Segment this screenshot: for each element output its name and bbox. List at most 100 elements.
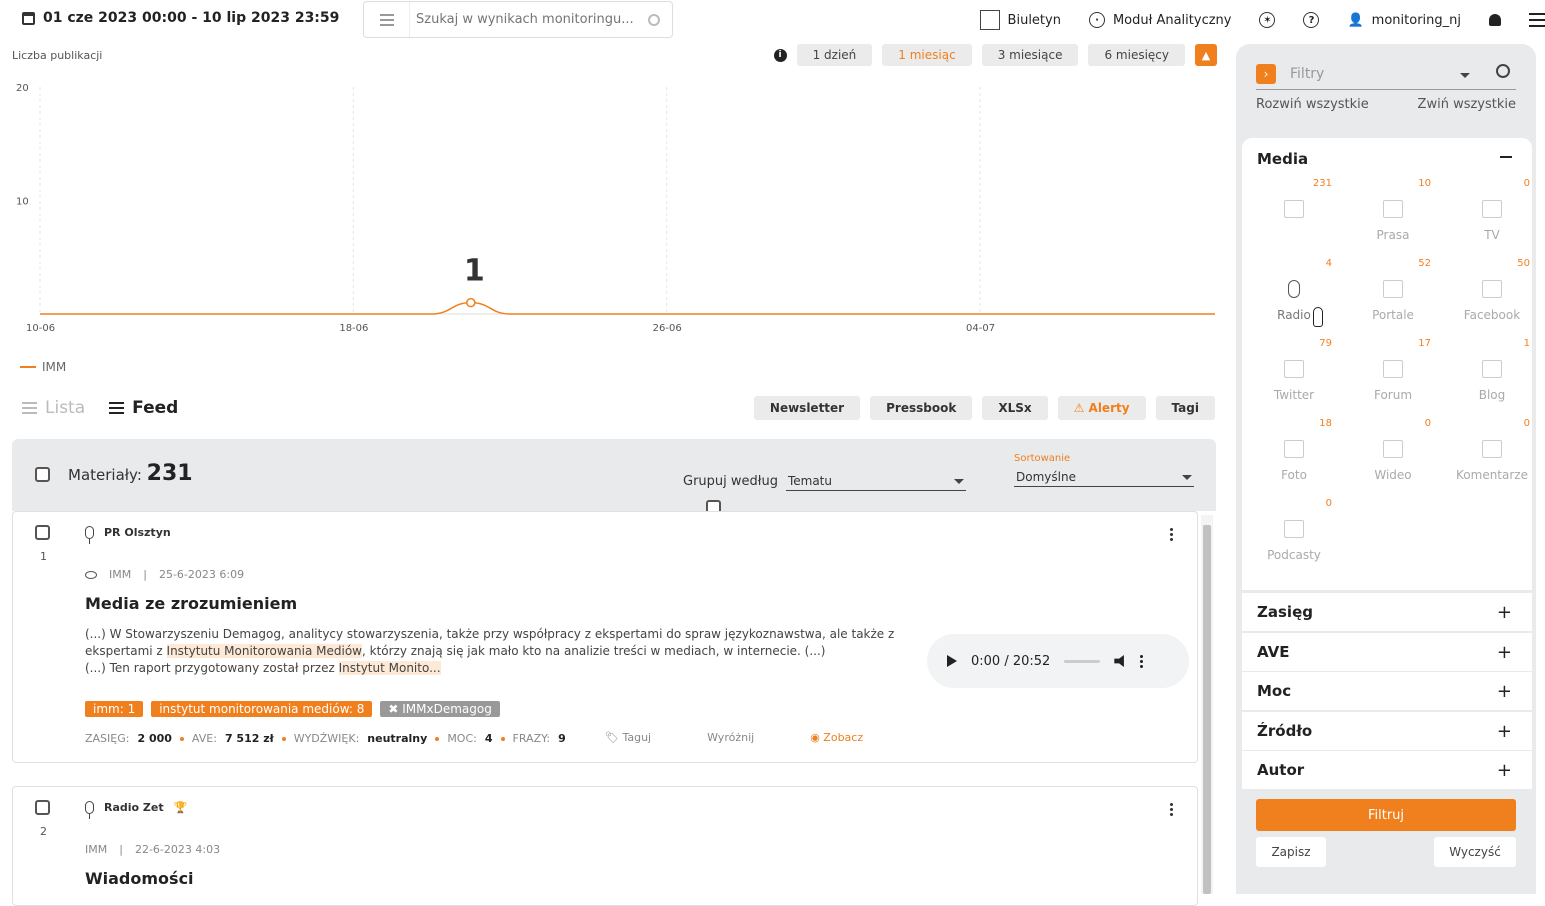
info-icon[interactable]: i bbox=[773, 48, 787, 62]
media-count: 1 bbox=[1523, 338, 1530, 349]
section-power[interactable]: Moc + bbox=[1242, 672, 1532, 710]
range-1-month[interactable]: 1 miesiąc bbox=[882, 44, 972, 66]
media-filter-blog[interactable]: 1 Blog bbox=[1444, 338, 1540, 418]
close-icon[interactable]: ✖ bbox=[388, 702, 402, 716]
xlsx-button[interactable]: XLSx bbox=[982, 396, 1048, 420]
podcast-icon bbox=[1284, 520, 1304, 538]
tag-manual[interactable]: ✖ IMMxDemagog bbox=[380, 701, 500, 717]
accessibility-button[interactable]: ✶ bbox=[1259, 12, 1276, 28]
section-source[interactable]: Źródło + bbox=[1242, 712, 1532, 750]
item-menu-icon[interactable] bbox=[1170, 528, 1173, 541]
media-filter-tv[interactable]: 0 TV bbox=[1444, 178, 1540, 258]
media-filter-facebook[interactable]: 50 Facebook bbox=[1444, 258, 1540, 338]
item-source[interactable]: PR Olsztyn bbox=[85, 526, 171, 544]
search-icon[interactable] bbox=[648, 13, 660, 26]
range-1-day[interactable]: 1 dzień bbox=[796, 44, 873, 66]
media-filter-twitter[interactable]: 79 Twitter bbox=[1246, 338, 1342, 418]
menu-button[interactable] bbox=[1529, 13, 1545, 27]
section-author[interactable]: Autor + bbox=[1242, 751, 1532, 789]
item-checkbox[interactable] bbox=[35, 525, 50, 540]
filters-placeholder: Filtry bbox=[1290, 65, 1325, 82]
scrollbar-thumb[interactable] bbox=[1203, 525, 1211, 894]
filters-header[interactable]: › Filtry bbox=[1256, 58, 1516, 90]
item-source[interactable]: Radio Zet 🏆 bbox=[85, 801, 188, 819]
expand-all-link[interactable]: Rozwiń wszystkie bbox=[1256, 97, 1369, 112]
section-label: Zasięg bbox=[1257, 603, 1313, 621]
select-all-checkbox[interactable] bbox=[35, 467, 50, 482]
view-feed-button[interactable]: Feed bbox=[109, 398, 178, 418]
media-filter-podcasty[interactable]: 0 Podcasty bbox=[1246, 498, 1342, 578]
newsletter-button[interactable]: Newsletter bbox=[753, 396, 861, 420]
range-3-months[interactable]: 3 miesiące bbox=[981, 44, 1079, 66]
media-filter-foto[interactable]: 18 Foto bbox=[1246, 418, 1342, 498]
save-button[interactable]: Zapisz bbox=[1256, 837, 1326, 867]
audio-menu-icon[interactable] bbox=[1140, 654, 1144, 668]
stat-label: ZASIĘG: bbox=[85, 732, 130, 745]
section-ave[interactable]: AVE + bbox=[1242, 633, 1532, 671]
feed-scrollbar[interactable] bbox=[1201, 515, 1213, 894]
item-excerpt: (...) W Stowarzyszeniu Demagog, analityc… bbox=[85, 626, 895, 677]
tags-button[interactable]: Tagi bbox=[1155, 396, 1215, 420]
stat-phrases: 9 bbox=[558, 732, 566, 745]
item-menu-icon[interactable] bbox=[1170, 803, 1173, 816]
feed-item: 2 Radio Zet 🏆 IMM | 22-6-2023 4:03 Wiado… bbox=[12, 786, 1198, 906]
date-range-picker[interactable]: 01 cze 2023 00:00 - 10 lip 2023 23:59 bbox=[22, 10, 339, 26]
stat-sentiment: neutralny bbox=[367, 732, 428, 745]
nav-bulletin[interactable]: Biuletyn bbox=[979, 10, 1061, 30]
nav-analytics[interactable]: · Moduł Analityczny bbox=[1088, 12, 1231, 28]
item-title[interactable]: Wiadomości bbox=[85, 869, 194, 888]
trophy-icon: 🏆 bbox=[173, 801, 188, 814]
audio-progress[interactable] bbox=[1064, 659, 1101, 663]
caret-down-icon[interactable] bbox=[1460, 73, 1470, 78]
dot-separator bbox=[179, 736, 184, 741]
search-filter-icon[interactable] bbox=[364, 2, 410, 37]
meta-separator: | bbox=[143, 568, 147, 581]
help-button[interactable]: ? bbox=[1303, 12, 1320, 28]
chevron-right-icon[interactable]: › bbox=[1256, 63, 1276, 84]
collapse-all-link[interactable]: Zwiń wszystkie bbox=[1418, 97, 1516, 112]
search-input[interactable] bbox=[410, 12, 648, 27]
sort-box: Sortowanie Domyślne bbox=[1014, 453, 1194, 487]
alerts-button[interactable]: ⚠ Alerty bbox=[1057, 396, 1146, 420]
item-title[interactable]: Media ze zrozumieniem bbox=[85, 594, 297, 613]
section-reach[interactable]: Zasięg + bbox=[1242, 593, 1532, 631]
minus-icon[interactable] bbox=[1500, 156, 1512, 158]
item-checkbox[interactable] bbox=[35, 800, 50, 815]
media-filter-portale[interactable]: 52 Portale bbox=[1345, 258, 1441, 338]
media-filter-komentarze[interactable]: 0 Komentarze bbox=[1444, 418, 1540, 498]
section-label: AVE bbox=[1257, 643, 1290, 661]
chart-area: Liczba publikacji i 1 dzień 1 miesiąc 3 … bbox=[0, 44, 1225, 384]
x-tick-label: 18-06 bbox=[339, 323, 368, 334]
media-filter-radio[interactable]: 4 Radio bbox=[1246, 258, 1342, 338]
chart-ylabel: Liczba publikacji bbox=[12, 49, 103, 62]
media-filter-all[interactable]: 231 bbox=[1246, 178, 1342, 258]
tag-action[interactable]: 🏷 Taguj bbox=[605, 731, 651, 744]
wrench-icon[interactable] bbox=[1496, 64, 1510, 78]
tag[interactable]: imm: 1 bbox=[85, 701, 144, 717]
stat-ave: 7 512 zł bbox=[224, 732, 274, 745]
press-icon bbox=[1383, 200, 1403, 218]
pressbook-button[interactable]: Pressbook bbox=[870, 396, 973, 420]
range-6-months[interactable]: 6 miesięcy bbox=[1088, 44, 1185, 66]
user-menu[interactable]: 👤 monitoring_nj bbox=[1347, 13, 1461, 28]
sort-select[interactable]: Domyślne bbox=[1014, 468, 1194, 487]
play-icon[interactable] bbox=[947, 655, 957, 667]
clear-button[interactable]: Wyczyść bbox=[1434, 837, 1516, 867]
filter-button[interactable]: Filtruj bbox=[1256, 799, 1516, 831]
volume-icon[interactable] bbox=[1114, 655, 1124, 667]
chart-legend[interactable]: IMM bbox=[20, 360, 66, 374]
media-filter-wideo[interactable]: 0 Wideo bbox=[1345, 418, 1441, 498]
tag[interactable]: instytut monitorowania mediów: 8 bbox=[151, 701, 373, 717]
group-by-select[interactable]: Tematu bbox=[785, 472, 966, 491]
view-action[interactable]: ◉ Zobacz bbox=[810, 731, 863, 744]
media-label: Foto bbox=[1281, 468, 1307, 482]
eye-off-icon[interactable] bbox=[85, 570, 97, 579]
chevron-up-icon[interactable]: ▲ bbox=[1195, 44, 1217, 66]
media-filter-forum[interactable]: 17 Forum bbox=[1345, 338, 1441, 418]
notifications-button[interactable] bbox=[1489, 14, 1501, 26]
feed-item: 1 PR Olsztyn IMM | 25-6-2023 6:09 Media … bbox=[12, 511, 1198, 763]
media-filter-prasa[interactable]: 10 Prasa bbox=[1345, 178, 1441, 258]
item-meta: IMM | 22-6-2023 4:03 bbox=[85, 843, 220, 856]
view-list-button[interactable]: Lista bbox=[22, 398, 85, 418]
highlight-action[interactable]: Wyróżnij bbox=[707, 731, 754, 744]
